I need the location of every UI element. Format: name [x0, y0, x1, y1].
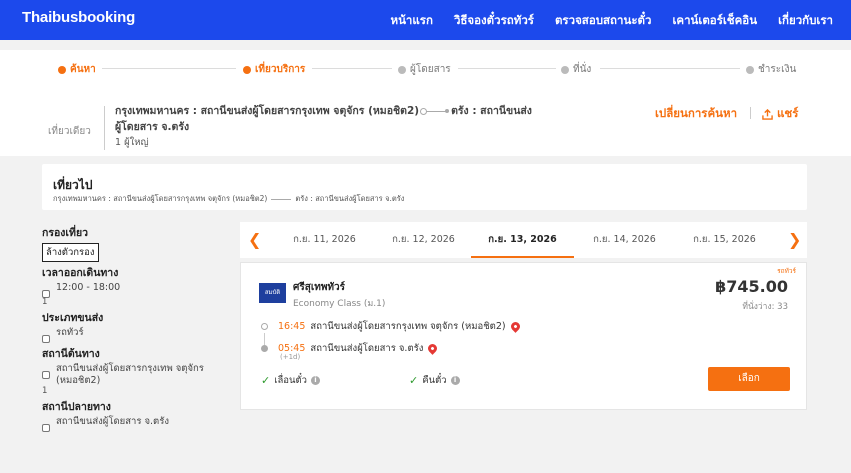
date-tab-selected[interactable]: ก.ย. 13, 2026 [471, 222, 574, 258]
route-arrow-icon [271, 198, 292, 200]
departure-station: สถานีขนส่งผู้โดยสารกรุงเทพ จตุจักร (หมอช… [310, 321, 506, 332]
filter-option[interactable]: สถานีขนส่งผู้โดยสารกรุงเทพ จตุจักร (หมอช… [42, 363, 232, 387]
route-text: กรุงเทพมหานคร : สถานีขนส่งผู้โดยสารกรุงเ… [115, 105, 532, 133]
step-trip: เที่ยวบริการ [243, 62, 305, 77]
operator-logo: สมบัติ [259, 283, 286, 303]
nav-home[interactable]: หน้าแรก [390, 12, 432, 30]
date-tab[interactable]: ก.ย. 15, 2026 [673, 222, 776, 258]
filter-departure-time-title: เวลาออกเดินทาง [42, 267, 119, 279]
top-navbar: Thaibusbooking หน้าแรก วิธีจองตั๋วรถทัวร… [0, 0, 851, 40]
date-selector: ❮ ก.ย. 11, 2026 ก.ย. 12, 2026 ก.ย. 13, 2… [240, 222, 807, 258]
step-connector [600, 68, 740, 69]
divider [750, 107, 751, 119]
date-tab[interactable]: ก.ย. 12, 2026 [372, 222, 475, 258]
chevron-left-icon[interactable]: ❮ [248, 230, 261, 249]
date-tab[interactable]: ก.ย. 14, 2026 [573, 222, 676, 258]
clear-filters-button[interactable]: ล้างตัวกรอง [42, 243, 99, 262]
trip-type: เที่ยวเดียว [48, 126, 91, 137]
date-tab[interactable]: ก.ย. 11, 2026 [273, 222, 376, 258]
step-dot-icon [243, 65, 251, 74]
nav-checkin-counter[interactable]: เคาน์เตอร์เช็คอิน [672, 12, 757, 30]
filter-option[interactable]: สถานีขนส่งผู้โดยสาร จ.ตรัง [42, 416, 232, 432]
brand-logo[interactable]: Thaibusbooking [22, 9, 135, 26]
checkbox[interactable] [42, 371, 50, 379]
origin-dot-icon [261, 323, 268, 330]
step-dot-icon [746, 65, 754, 74]
change-search-link[interactable]: เปลี่ยนการค้นหา [655, 105, 737, 123]
check-icon: ✓ [261, 374, 271, 387]
check-icon: ✓ [409, 374, 419, 387]
nav-how-to-book[interactable]: วิธีจองตั๋วรถทัวร์ [454, 12, 534, 30]
info-icon[interactable]: i [311, 376, 320, 385]
vehicle-tag: รถทัวร์ [777, 267, 796, 275]
step-connector [312, 68, 392, 69]
filter-option[interactable]: 12:00 - 18:00 [42, 282, 232, 298]
checkbox[interactable] [42, 424, 50, 432]
search-summary: เที่ยวเดียว กรุงเทพมหานคร : สถานีขนส่งผู… [0, 90, 851, 156]
step-payment: ชำระเงิน [746, 62, 796, 77]
step-dot-icon [561, 65, 569, 74]
step-dot-icon [398, 65, 406, 74]
arrival-station: สถานีขนส่งผู้โดยสาร จ.ตรัง [310, 343, 424, 354]
seats-available: ที่นั่งว่าง: 33 [742, 302, 788, 312]
seat-class: Economy Class (ม.1) [293, 299, 386, 309]
filter-count: 1 [42, 386, 48, 396]
operator-name: ศรีสุเทพทัวร์ [293, 282, 346, 293]
filter-destination-title: สถานีปลายทาง [42, 401, 111, 413]
nav-about[interactable]: เกี่ยวกับเรา [778, 12, 833, 30]
route-arrow-icon [420, 107, 450, 115]
step-connector [102, 68, 236, 69]
step-passenger: ผู้โดยสาร [398, 62, 451, 77]
filter-origin-title: สถานีต้นทาง [42, 348, 100, 360]
map-pin-icon[interactable] [426, 342, 440, 355]
outbound-header: เที่ยวไป กรุงเทพมหานคร : สถานีขนส่งผู้โด… [42, 164, 807, 210]
share-button[interactable]: แชร์ [762, 105, 798, 123]
departure-time: 16:45 [278, 321, 306, 332]
share-icon [762, 108, 773, 120]
divider [104, 106, 105, 150]
filter-option[interactable]: รถทัวร์ [42, 327, 232, 343]
step-connector [458, 68, 556, 69]
select-trip-button[interactable]: เลือก [708, 367, 790, 391]
info-icon[interactable]: i [450, 376, 460, 385]
day-offset: (+1d) [280, 353, 301, 361]
outbound-route: กรุงเทพมหานคร : สถานีขนส่งผู้โดยสารกรุงเ… [53, 194, 405, 203]
step-search: ค้นหา [58, 62, 96, 77]
passenger-count: 1 ผู้ใหญ่ [115, 137, 149, 148]
filter-panel: กรองเที่ยว ล้างตัวกรอง เวลาออกเดินทาง 12… [42, 222, 232, 432]
departure-stop: 16:45 สถานีขนส่งผู้โดยสารกรุงเทพ จตุจักร… [261, 319, 522, 334]
trip-card: สมบัติ ศรีสุเทพทัวร์ Economy Class (ม.1)… [240, 262, 807, 410]
filter-count: 1 [42, 297, 48, 307]
filter-title: กรองเที่ยว [42, 227, 88, 239]
filter-bus-type-title: ประเภทขนส่ง [42, 312, 104, 324]
destination-dot-icon [261, 345, 268, 352]
step-dot-icon [58, 65, 66, 74]
nav-check-status[interactable]: ตรวจสอบสถานะตั๋ว [555, 12, 651, 30]
map-pin-icon[interactable] [508, 320, 522, 333]
main-nav: หน้าแรก วิธีจองตั๋วรถทัวร์ ตรวจสอบสถานะต… [390, 12, 833, 30]
price: ฿745.00 [715, 277, 788, 296]
checkbox[interactable] [42, 335, 50, 343]
feature-reschedule: ✓ เลื่อนตั๋ว i [261, 373, 320, 388]
step-seat: ที่นั่ง [561, 62, 591, 77]
feature-refund: ✓ คืนตั๋ว i [409, 373, 460, 388]
booking-progress: ค้นหา เที่ยวบริการ ผู้โดยสาร ที่นั่ง ชำร… [0, 50, 851, 90]
chevron-right-icon[interactable]: ❯ [788, 230, 801, 249]
